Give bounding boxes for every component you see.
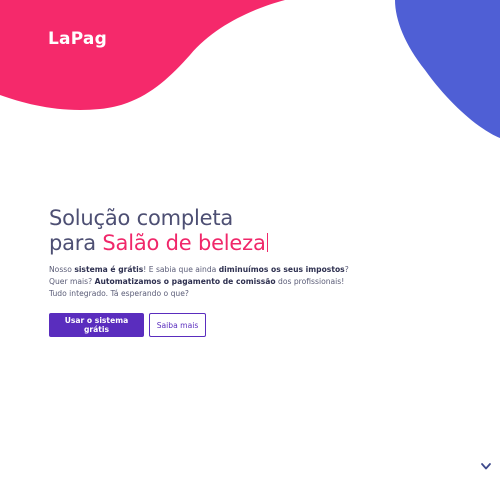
scroll-down-button[interactable] bbox=[479, 458, 493, 470]
desc-text: ! E sabia que ainda bbox=[143, 265, 219, 274]
blue-wave bbox=[395, 0, 500, 138]
desc-text: Quer mais? bbox=[49, 277, 95, 286]
desc-text: dos profissionais! bbox=[275, 277, 345, 286]
hero-description: Nosso sistema é grátis! E sabia que aind… bbox=[49, 264, 349, 300]
headline-line-1: Solução completa bbox=[49, 206, 234, 230]
lapag-logo[interactable]: LaPag bbox=[48, 29, 107, 49]
headline-accent: Salão de beleza bbox=[102, 231, 266, 255]
learn-more-button[interactable]: Saiba mais bbox=[149, 313, 206, 337]
desc-bold-free-system: sistema é grátis bbox=[74, 265, 144, 274]
headline-prefix: para bbox=[49, 231, 103, 255]
use-free-system-button[interactable]: Usar o sistema grátis bbox=[49, 313, 144, 337]
desc-text: Nosso bbox=[49, 265, 75, 274]
desc-bold-taxes: diminuímos os seus impostos bbox=[218, 265, 345, 274]
desc-bold-commission: Automatizamos o pagamento de comissão bbox=[94, 277, 276, 286]
desc-text: Tudo integrado. Tá esperando o que? bbox=[49, 289, 189, 298]
hero-headline: Solução completa para Salão de beleza bbox=[49, 206, 349, 256]
chevron-down-icon bbox=[481, 463, 491, 470]
pink-wave bbox=[0, 0, 285, 110]
hero-section: Solução completa para Salão de beleza No… bbox=[49, 206, 349, 337]
hero-buttons: Usar o sistema grátis Saiba mais bbox=[49, 313, 349, 337]
typing-cursor bbox=[266, 233, 268, 252]
desc-text: ? bbox=[344, 265, 349, 274]
